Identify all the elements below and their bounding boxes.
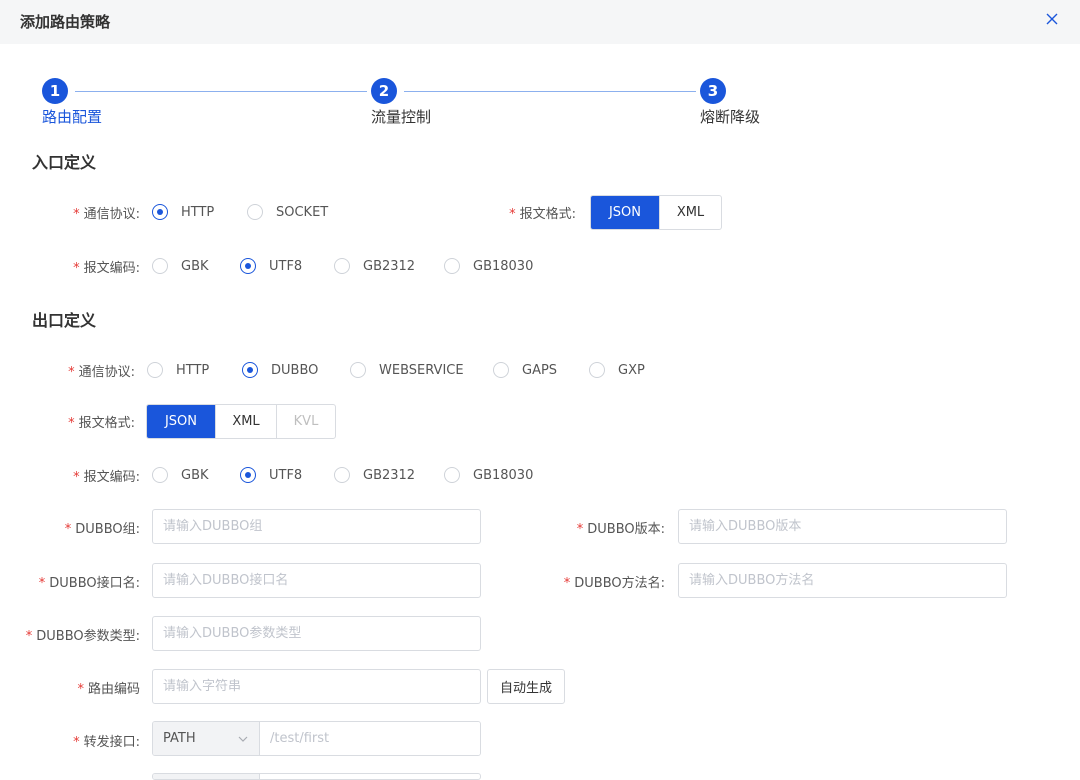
entry-format-json-button[interactable]: JSON [591,196,660,229]
entry-encoding-utf8-radio[interactable]: UTF8 [240,256,302,276]
exit-protocol-label: * 通信协议: [68,365,135,380]
exit-encoding-gb18030-radio[interactable]: GB18030 [444,465,533,485]
dialog-header: 添加路由策略 [0,0,1080,44]
next-row-select[interactable] [153,774,260,779]
exit-format-label: * 报文格式: [68,416,135,431]
dubbo-param-type-label: * DUBBO参数类型: [25,629,140,644]
step-2-circle[interactable]: 2 [371,78,397,104]
exit-format-toggle: JSON XML KVL [146,404,336,439]
forward-interface-group: PATH [152,721,481,756]
entry-encoding-gb2312-radio[interactable]: GB2312 [334,256,415,276]
entry-protocol-label: * 通信协议: [73,207,140,222]
step-connector [75,91,367,92]
exit-format-json-button[interactable]: JSON [147,405,216,438]
exit-encoding-utf8-radio[interactable]: UTF8 [240,465,302,485]
step-3-label[interactable]: 熔断降级 [700,106,760,127]
exit-encoding-label: * 报文编码: [73,470,140,485]
route-code-label: * 路由编码 [77,682,140,697]
entry-format-label: * 报文格式: [509,207,576,222]
dubbo-interface-label: * DUBBO接口名: [38,576,140,591]
entry-protocol-socket-radio[interactable]: SOCKET [247,202,328,222]
entry-section-title: 入口定义 [32,153,97,172]
exit-section-title: 出口定义 [32,311,97,330]
exit-protocol-gaps-radio[interactable]: GAPS [493,360,557,380]
route-code-input[interactable] [152,669,481,704]
step-1-circle[interactable]: 1 [42,78,68,104]
dubbo-group-label: * DUBBO组: [64,522,140,537]
dialog-title: 添加路由策略 [20,13,111,31]
forward-interface-label: * 转发接口: [73,735,140,750]
entry-format-toggle: JSON XML [590,195,722,230]
dubbo-param-type-input[interactable] [152,616,481,651]
dubbo-version-label: * DUBBO版本: [576,522,665,537]
entry-format-xml-button[interactable]: XML [660,196,721,229]
exit-protocol-webservice-radio[interactable]: WEBSERVICE [350,360,464,380]
exit-encoding-gb2312-radio[interactable]: GB2312 [334,465,415,485]
forward-path-input[interactable] [260,722,480,755]
forward-type-select[interactable]: PATH [153,722,260,755]
next-row-group [152,773,481,780]
step-3-circle[interactable]: 3 [700,78,726,104]
dubbo-method-input[interactable] [678,563,1007,598]
auto-generate-button[interactable]: 自动生成 [487,669,565,704]
exit-protocol-dubbo-radio[interactable]: DUBBO [242,360,318,380]
stepper: 1 路由配置 2 流量控制 3 熔断降级 [0,78,1080,128]
entry-encoding-label: * 报文编码: [73,261,140,276]
dubbo-method-label: * DUBBO方法名: [563,576,665,591]
step-2-label[interactable]: 流量控制 [371,106,431,127]
forward-type-value: PATH [163,731,196,746]
dubbo-group-input[interactable] [152,509,481,544]
chevron-down-icon [238,736,248,742]
dubbo-version-input[interactable] [678,509,1007,544]
exit-format-xml-button[interactable]: XML [216,405,277,438]
step-connector [404,91,696,92]
close-icon[interactable] [1040,7,1064,31]
dubbo-interface-input[interactable] [152,563,481,598]
exit-protocol-http-radio[interactable]: HTTP [147,360,209,380]
entry-encoding-gbk-radio[interactable]: GBK [152,256,209,276]
exit-protocol-gxp-radio[interactable]: GXP [589,360,645,380]
entry-protocol-http-radio[interactable]: HTTP [152,202,214,222]
exit-format-kvl-button: KVL [293,414,319,429]
step-1-label[interactable]: 路由配置 [42,106,102,127]
exit-encoding-gbk-radio[interactable]: GBK [152,465,209,485]
entry-encoding-gb18030-radio[interactable]: GB18030 [444,256,533,276]
